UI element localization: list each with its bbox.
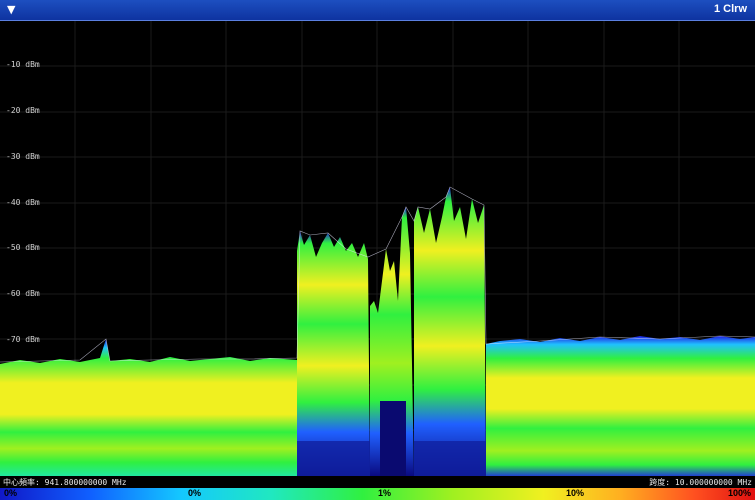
- colorbar-tick: 100%: [727, 488, 751, 498]
- colorbar-tick: 0%: [188, 488, 202, 498]
- y-axis-label: -60 dBm: [6, 289, 40, 298]
- status-footer: 中心頻率: 941.800000000 MHz 跨度: 10.000000000…: [0, 476, 755, 488]
- colorbar-tick: 1%: [378, 488, 392, 498]
- y-axis-label: -70 dBm: [6, 335, 40, 344]
- center-frequency-readout: 中心頻率: 941.800000000 MHz: [3, 478, 127, 487]
- span-readout: 跨度: 10.000000000 MHz: [649, 478, 752, 487]
- triangle-down-icon[interactable]: ▼: [7, 3, 15, 16]
- colorbar-tick: 10%: [566, 488, 585, 498]
- title-bar: ▼ 1 Clrw: [0, 0, 755, 21]
- persistence-color-scale: 0% 0% 1% 10% 100%: [0, 488, 755, 500]
- spectrum-graphic: [0, 21, 755, 476]
- y-axis-label: -30 dBm: [6, 152, 40, 161]
- persistence-spectrum-plot[interactable]: -10 dBm -20 dBm -30 dBm -40 dBm -50 dBm …: [0, 21, 755, 476]
- trace-mode-label[interactable]: 1 Clrw: [714, 3, 747, 15]
- y-axis-label: -10 dBm: [6, 60, 40, 69]
- y-axis-label: -50 dBm: [6, 243, 40, 252]
- y-axis-label: -40 dBm: [6, 198, 40, 207]
- y-axis-label: -20 dBm: [6, 106, 40, 115]
- colorbar-tick: 0%: [4, 488, 18, 498]
